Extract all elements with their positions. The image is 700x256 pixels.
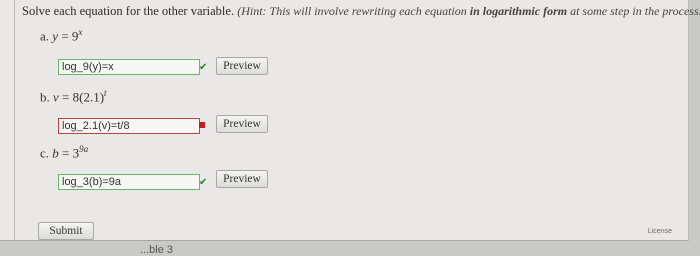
problem-letter: c. — [40, 145, 50, 161]
hint-open: (Hint: — [237, 4, 270, 18]
instructions-text: Solve each equation for the other variab… — [22, 4, 235, 18]
hint-tail: at some step in the process.) — [567, 4, 700, 18]
problem-panel: Solve each equation for the other variab… — [0, 0, 700, 241]
hint-body: This will involve rewriting each equatio… — [269, 4, 470, 18]
answer-input-c[interactable]: log_3(b)=9a — [58, 174, 200, 190]
equation-c: c. b = 39a — [40, 144, 88, 161]
preview-button-a[interactable]: Preview — [216, 57, 268, 75]
equation-b: b. v = 8(2.1)t — [40, 88, 107, 105]
answer-input-b[interactable]: log_2.1(v)=t/8 — [58, 118, 200, 134]
problem-letter: b. — [40, 89, 50, 105]
equation-a: a. y = 9x — [40, 27, 82, 44]
cut-off-text: ...ble 3 — [140, 244, 174, 256]
license-link[interactable]: License — [648, 228, 672, 235]
hint-bold: in logarithmic form — [469, 4, 568, 18]
preview-button-b[interactable]: Preview — [216, 115, 268, 133]
equation-exponent: 9a — [79, 144, 89, 154]
checkmark-icon: ✔ — [199, 177, 208, 188]
problem-letter: a. — [40, 28, 50, 44]
answer-input-a[interactable]: log_9(y)=x — [58, 59, 200, 75]
equation-exponent: t — [104, 88, 107, 98]
equation-body: = 9 — [58, 28, 79, 44]
equation-exponent: x — [78, 27, 83, 37]
hint-text: (Hint: This will involve rewriting each … — [237, 4, 700, 18]
submit-button[interactable]: Submit — [38, 222, 94, 240]
preview-button-c[interactable]: Preview — [216, 170, 268, 188]
checkmark-icon: ✔ — [199, 62, 208, 73]
left-divider — [14, 0, 15, 240]
x-square-icon — [199, 122, 205, 128]
instructions: Solve each equation for the other variab… — [22, 4, 700, 19]
equation-body: = 3 — [58, 145, 80, 161]
equation-body: = 8(2.1) — [58, 89, 105, 105]
